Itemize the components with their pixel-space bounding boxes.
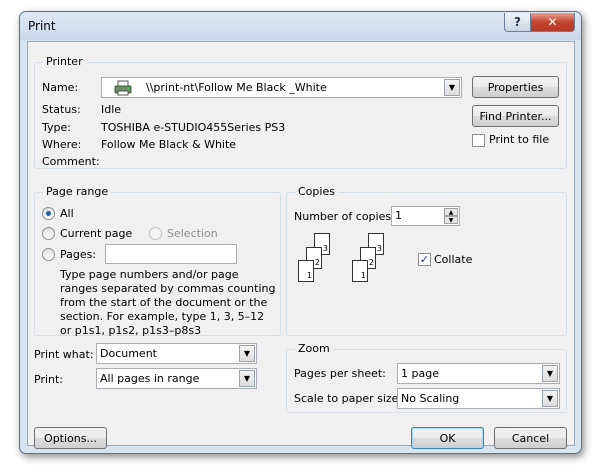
current-page-radio[interactable] (42, 227, 55, 240)
zoom-group-title: Zoom (295, 342, 333, 356)
print-to-file-label[interactable]: Print to file (489, 133, 549, 147)
printer-group-title: Printer (43, 55, 86, 69)
ok-button[interactable]: OK (411, 427, 484, 449)
cancel-button[interactable]: Cancel (494, 427, 567, 449)
printer-name-dropdown[interactable]: \\print-nt\Follow Me Black _White ▼ (101, 77, 462, 98)
collate-checkbox[interactable]: ✓ (418, 253, 431, 266)
where-label: Where: (42, 138, 82, 151)
close-button[interactable]: ✕ (530, 13, 575, 32)
chevron-down-icon[interactable]: ▼ (444, 79, 460, 96)
copies-group: Copies Number of copies: 1 ▲ ▼ 3 2 1 3 2… (286, 185, 567, 336)
number-of-copies-stepper[interactable]: 1 ▲ ▼ (391, 206, 460, 226)
ok-button-label: OK (439, 431, 456, 445)
print-value: All pages in range (100, 372, 200, 385)
options-button[interactable]: Options... (34, 427, 107, 449)
pages-per-sheet-dropdown[interactable]: 1 page ▼ (397, 363, 560, 384)
selection-radio-label[interactable]: Selection (167, 227, 218, 241)
chevron-down-icon[interactable]: ▼ (239, 370, 255, 387)
page-icon: 1 (298, 260, 314, 282)
type-label: Type: (42, 121, 71, 134)
page-range-help-text: Type page numbers and/or page ranges sep… (60, 268, 280, 338)
title-bar[interactable]: Print ? ✕ (20, 12, 581, 40)
checkmark-icon: ✓ (419, 253, 430, 266)
print-to-file-checkbox[interactable] (472, 134, 485, 147)
print-dropdown[interactable]: All pages in range ▼ (96, 368, 257, 389)
page-range-group-title: Page range (43, 185, 112, 199)
number-of-copies-value: 1 (395, 209, 402, 222)
printer-name-label: Name: (42, 81, 79, 94)
chevron-down-icon[interactable]: ▼ (542, 390, 558, 407)
print-what-value: Document (100, 347, 157, 360)
help-line: section. For example, type 1, 3, 5–12 (60, 310, 265, 323)
print-what-dropdown[interactable]: Document ▼ (96, 343, 257, 364)
pages-per-sheet-label: Pages per sheet: (294, 367, 386, 380)
comment-label: Comment: (42, 155, 100, 168)
scale-to-paper-dropdown[interactable]: No Scaling ▼ (397, 388, 560, 409)
number-of-copies-label: Number of copies: (294, 210, 395, 223)
find-printer-button-label: Find Printer... (479, 109, 552, 123)
page-icon: 1 (352, 260, 368, 282)
scale-to-paper-label: Scale to paper size: (294, 392, 403, 405)
spin-down-button[interactable]: ▼ (444, 216, 458, 224)
page-range-group: Page range All Current page Selection Pa… (34, 185, 281, 338)
help-line: Type page numbers and/or page (60, 268, 239, 281)
chevron-down-icon[interactable]: ▼ (239, 345, 255, 362)
scale-to-paper-value: No Scaling (401, 392, 460, 405)
status-label: Status: (42, 103, 81, 116)
type-value: TOSHIBA e-STUDIO455Series PS3 (101, 121, 286, 134)
properties-button[interactable]: Properties (472, 76, 559, 98)
chevron-down-icon[interactable]: ▼ (542, 365, 558, 382)
help-icon: ? (514, 15, 521, 29)
help-button[interactable]: ? (504, 13, 531, 32)
printer-group: Printer Name: \\print-nt\Follow Me Black… (34, 55, 567, 169)
pages-per-sheet-value: 1 page (401, 367, 439, 380)
print-what-label: Print what: (34, 348, 94, 361)
collate-illustration: 3 2 1 3 2 1 (294, 233, 414, 293)
window-title: Print (28, 19, 56, 33)
copies-group-title: Copies (295, 185, 338, 199)
all-radio[interactable] (42, 207, 55, 220)
where-value: Follow Me Black & White (101, 138, 237, 151)
help-line: from the start of the document or the (60, 296, 268, 309)
current-page-radio-label[interactable]: Current page (60, 227, 132, 241)
spin-up-button[interactable]: ▲ (444, 208, 458, 216)
collate-label[interactable]: Collate (434, 253, 472, 267)
print-label: Print: (34, 373, 64, 386)
chevron-up-icon: ▲ (448, 209, 454, 216)
close-icon: ✕ (547, 15, 558, 29)
zoom-group: Zoom Pages per sheet: 1 page ▼ Scale to … (286, 342, 567, 413)
cancel-button-label: Cancel (511, 431, 550, 445)
printer-name-value: \\print-nt\Follow Me Black _White (146, 81, 327, 94)
find-printer-button[interactable]: Find Printer... (472, 105, 559, 127)
selection-radio[interactable] (149, 227, 162, 240)
chevron-down-icon: ▼ (448, 217, 454, 224)
pages-radio-label[interactable]: Pages: (60, 248, 96, 262)
dialog-body: Printer Name: \\print-nt\Follow Me Black… (27, 41, 575, 449)
all-radio-label[interactable]: All (60, 207, 74, 221)
print-dialog: Print ? ✕ Printer Name: \\print-nt\Follo… (19, 11, 582, 454)
options-button-label: Options... (44, 431, 97, 445)
help-line: ranges separated by commas counting (60, 282, 276, 295)
pages-radio[interactable] (42, 248, 55, 261)
help-line: or p1s1, p1s2, p1s3–p8s3 (60, 324, 202, 337)
properties-button-label: Properties (487, 80, 544, 94)
printer-icon (114, 80, 132, 96)
pages-input[interactable] (105, 244, 237, 264)
status-value: Idle (101, 103, 122, 116)
